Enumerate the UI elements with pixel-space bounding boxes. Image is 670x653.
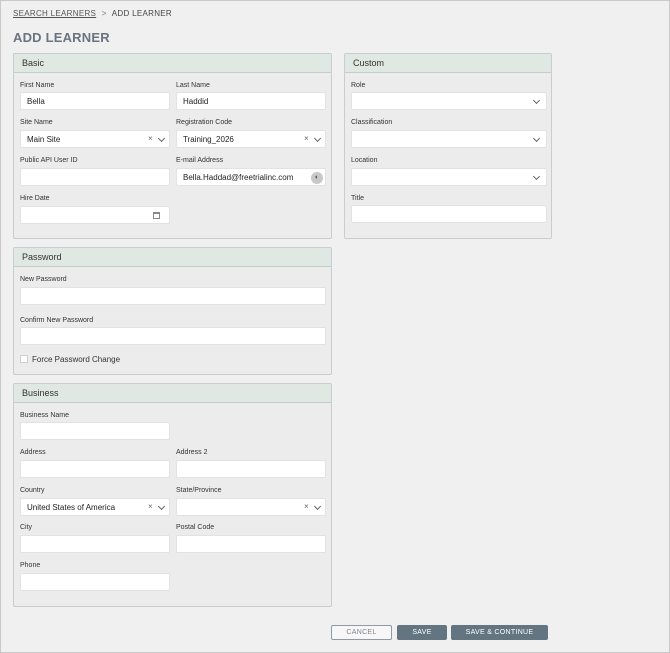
state-chevron-down-icon[interactable] <box>313 502 322 511</box>
cancel-button[interactable]: CANCEL <box>331 625 392 640</box>
site-name-label: Site Name <box>20 119 53 126</box>
email-value: Bella.Haddad@freetrialinc.com <box>183 173 294 182</box>
password-panel: Password New Password Confirm New Passwo… <box>13 247 332 375</box>
job-title-field[interactable] <box>351 205 547 223</box>
new-password-field[interactable] <box>20 287 326 305</box>
registration-code-value: Training_2026 <box>183 135 234 144</box>
email-label: E-mail Address <box>176 157 224 164</box>
first-name-label: First Name <box>20 82 55 89</box>
role-select[interactable] <box>351 92 547 110</box>
classification-select[interactable] <box>351 130 547 148</box>
registration-code-chevron-down-icon[interactable] <box>313 134 322 143</box>
business-name-label: Business Name <box>20 412 70 419</box>
breadcrumb-search-learners[interactable]: SEARCH LEARNERS <box>13 9 96 18</box>
registration-code-select[interactable]: Training_2026 × <box>176 130 326 148</box>
country-chevron-down-icon[interactable] <box>157 502 166 511</box>
phone-field[interactable] <box>20 573 170 591</box>
location-label: Location <box>351 157 378 164</box>
phone-label: Phone <box>20 562 41 569</box>
new-password-label: New Password <box>20 276 67 283</box>
state-label: State/Province <box>176 487 222 494</box>
first-name-field[interactable]: Bella <box>20 92 170 110</box>
confirm-password-field[interactable] <box>20 327 326 345</box>
app-window: SEARCH LEARNERS > ADD LEARNER ADD LEARNE… <box>0 0 670 653</box>
country-label: Country <box>20 487 45 494</box>
address-label: Address <box>20 449 46 456</box>
site-name-value: Main Site <box>27 135 61 144</box>
registration-code-clear-icon[interactable]: × <box>304 134 309 143</box>
registration-code-label: Registration Code <box>176 119 233 126</box>
city-label: City <box>20 524 33 531</box>
address-field[interactable] <box>20 460 170 478</box>
public-api-user-id-field[interactable] <box>20 168 170 186</box>
last-name-label: Last Name <box>176 82 210 89</box>
country-clear-icon[interactable]: × <box>148 502 153 511</box>
save-button[interactable]: SAVE <box>397 625 447 640</box>
basic-panel: Basic First Name Bella Last Name Haddid … <box>13 53 332 239</box>
breadcrumb-separator: > <box>101 9 107 18</box>
country-select[interactable]: United States of America × <box>20 498 170 516</box>
last-name-field[interactable]: Haddid <box>176 92 326 110</box>
state-select[interactable]: × <box>176 498 326 516</box>
breadcrumb-current: ADD LEARNER <box>111 9 172 18</box>
breadcrumb: SEARCH LEARNERS > ADD LEARNER <box>13 9 172 18</box>
contact-card-icon[interactable]: ◐ <box>311 172 323 184</box>
site-name-select[interactable]: Main Site × <box>20 130 170 148</box>
confirm-password-label: Confirm New Password <box>20 317 94 324</box>
save-and-continue-button[interactable]: SAVE & CONTINUE <box>451 625 548 640</box>
address2-field[interactable] <box>176 460 326 478</box>
page-title: ADD LEARNER <box>13 30 110 45</box>
job-title-label: Title <box>351 195 364 202</box>
site-name-chevron-down-icon[interactable] <box>157 134 166 143</box>
custom-panel: Custom Role Classification Location Titl… <box>344 53 552 239</box>
country-value: United States of America <box>27 503 116 512</box>
email-field[interactable]: Bella.Haddad@freetrialinc.com ◐ <box>176 168 326 186</box>
hire-date-field[interactable] <box>20 206 170 224</box>
location-select[interactable] <box>351 168 547 186</box>
force-password-change-checkbox[interactable] <box>20 355 28 363</box>
custom-panel-title: Custom <box>345 54 551 73</box>
postal-code-label: Postal Code <box>176 524 215 531</box>
location-chevron-down-icon[interactable] <box>532 172 541 181</box>
business-panel: Business Business Name Address Address 2… <box>13 383 332 607</box>
business-panel-title: Business <box>14 384 331 403</box>
hire-date-label: Hire Date <box>20 195 50 202</box>
role-label: Role <box>351 82 366 89</box>
state-clear-icon[interactable]: × <box>304 502 309 511</box>
force-password-change-label[interactable]: Force Password Change <box>32 355 120 364</box>
site-name-clear-icon[interactable]: × <box>148 134 153 143</box>
basic-panel-title: Basic <box>14 54 331 73</box>
address2-label: Address 2 <box>176 449 208 456</box>
calendar-icon[interactable] <box>153 212 160 219</box>
role-chevron-down-icon[interactable] <box>532 96 541 105</box>
classification-chevron-down-icon[interactable] <box>532 134 541 143</box>
city-field[interactable] <box>20 535 170 553</box>
password-panel-title: Password <box>14 248 331 267</box>
business-name-field[interactable] <box>20 422 170 440</box>
public-api-user-id-label: Public API User ID <box>20 157 78 164</box>
classification-label: Classification <box>351 119 393 126</box>
postal-code-field[interactable] <box>176 535 326 553</box>
